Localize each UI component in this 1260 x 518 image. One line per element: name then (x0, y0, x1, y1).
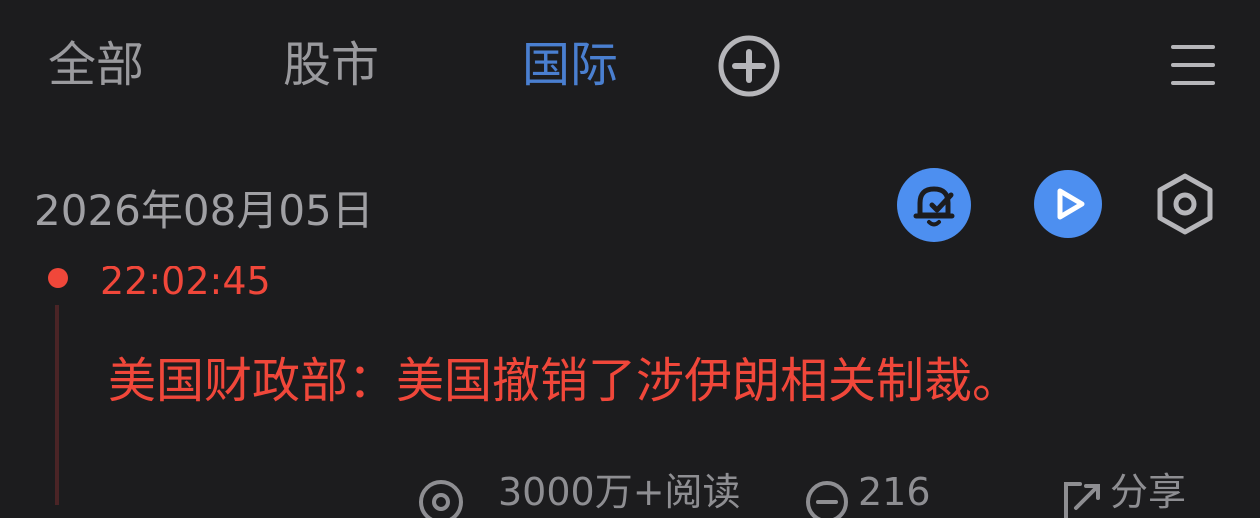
tab-stock[interactable]: 股市 (283, 32, 379, 98)
comment-icon-wrap[interactable] (803, 478, 851, 518)
hexagon-settings-icon (1157, 173, 1213, 235)
menu-button[interactable] (1170, 42, 1216, 88)
plus-circle-icon (718, 35, 780, 97)
views-icon-wrap (415, 478, 467, 518)
play-audio-button[interactable] (1033, 169, 1103, 239)
settings-button[interactable] (1154, 172, 1216, 236)
timeline-dot (48, 268, 68, 288)
comment-count[interactable]: 216 (858, 472, 931, 512)
read-count: 3000万+阅读 (498, 470, 741, 514)
news-time: 22:02:45 (100, 259, 271, 303)
play-icon (1034, 170, 1102, 238)
subscribe-alert-button[interactable] (896, 167, 972, 243)
comment-icon (806, 481, 848, 518)
news-headline[interactable]: 美国财政部：美国撤销了涉伊朗相关制裁。 (108, 350, 1020, 412)
tab-international[interactable]: 国际 (522, 32, 618, 98)
bell-check-icon (897, 168, 971, 242)
timeline-line (55, 305, 59, 505)
tab-bar: 全部 股市 国际 (0, 0, 1260, 130)
hamburger-menu-icon (1171, 45, 1215, 85)
tab-all[interactable]: 全部 (48, 32, 144, 98)
add-tab-button[interactable] (717, 34, 781, 98)
share-icon-wrap[interactable] (1060, 478, 1104, 518)
share-button[interactable]: 分享 (1110, 472, 1186, 512)
eye-icon (419, 480, 463, 518)
date-label: 2026年08月05日 (34, 186, 374, 235)
share-icon (1064, 482, 1100, 518)
